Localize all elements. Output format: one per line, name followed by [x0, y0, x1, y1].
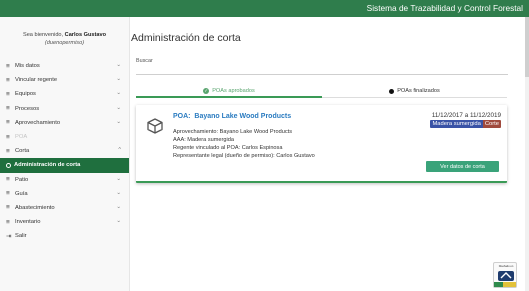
sidebar-item-label: Salir: [15, 233, 27, 240]
sidebar-item-patio[interactable]: ≡ Patio ⌄: [0, 173, 129, 187]
detail-aprovechamiento: Aprovechamiento: Bayano Lake Wood Produc…: [173, 129, 292, 135]
search-label: Buscar: [136, 58, 153, 64]
sidebar-item-label: Aprovechamiento: [15, 119, 61, 126]
check-circle-icon: ✓: [203, 87, 210, 94]
menu-icon: ≡: [6, 190, 10, 198]
detail-aaa: AAA: Madera sumergida: [173, 137, 234, 143]
sidebar-item-label: Patio: [15, 176, 29, 183]
logout-icon: ⇥: [6, 233, 12, 241]
ver-datos-de-corta-button[interactable]: Ver datos de corta: [426, 161, 499, 172]
sidebar-item-label: Inventario: [15, 219, 41, 226]
chevron-down-icon: ⌄: [116, 90, 121, 97]
logo-bar: [494, 282, 516, 287]
logo-icon: [498, 271, 514, 281]
sidebar-item-label: Equipos: [15, 91, 36, 98]
top-bar: Sistema de Trazabilidad y Control Forest…: [0, 0, 529, 17]
circle-filled-icon: [389, 88, 395, 94]
chevron-down-icon: ⌄: [116, 175, 121, 182]
sidebar-item-label: POA: [15, 134, 28, 141]
main-content: Administración de corta Buscar ✓ POAs ap…: [131, 17, 519, 291]
sidebar-item-corta[interactable]: ≡ Corta ^: [0, 144, 129, 158]
box-icon: [147, 118, 163, 134]
user-role: (duenopermiso): [44, 40, 85, 46]
page-title: Administración de corta: [131, 32, 241, 44]
sidebar-item-label: Administración de corta: [14, 162, 81, 169]
sidebar-item-salir[interactable]: ⇥ Salir: [0, 229, 129, 243]
sidebar-item-label: Abastecimiento: [15, 204, 55, 211]
detail-regente: Regente vinculado al POA: Carlos Espinos…: [173, 145, 283, 151]
chevron-down-icon: ⌄: [116, 62, 121, 68]
chevron-up-icon: ^: [118, 147, 121, 154]
sidebar-item-procesos[interactable]: ≡ Procesos ⌄: [0, 102, 129, 116]
search-input[interactable]: [136, 65, 508, 75]
menu-icon: ≡: [6, 119, 10, 127]
app-title: Sistema de Trazabilidad y Control Forest…: [366, 3, 523, 13]
chevron-down-icon: ⌄: [116, 118, 121, 125]
poa-title[interactable]: POA: Bayano Lake Wood Products: [173, 113, 291, 120]
sidebar-item-label: Vincular regente: [15, 77, 58, 84]
sidebar-item-abastecimiento[interactable]: ≡ Abastecimiento ⌄: [0, 201, 129, 215]
sidebar-item-label: Guía: [15, 190, 28, 197]
poa-label: POA:: [173, 113, 191, 120]
menu-icon: ≡: [6, 76, 10, 84]
detail-representante: Representante legal (dueño de permiso): …: [173, 153, 315, 159]
scrollbar[interactable]: [525, 17, 529, 291]
sidebar-item-aprovechamiento[interactable]: ≡ Aprovechamiento ⌄: [0, 116, 129, 130]
partner-logo: Diseñado en: [493, 262, 517, 288]
poa-name: Bayano Lake Wood Products: [194, 113, 292, 120]
tab-poas-finalizados[interactable]: POAs finalizados: [322, 85, 507, 98]
welcome-message: Sea bienvenido, Carlos Gustavo (duenoper…: [0, 17, 129, 47]
sidebar-item-equipos[interactable]: ≡ Equipos ⌄: [0, 87, 129, 101]
menu-icon: ≡: [6, 147, 10, 155]
chevron-down-icon: ⌄: [116, 218, 121, 225]
chevron-down-icon: ⌄: [116, 104, 121, 111]
tab-label: POAs finalizados: [397, 88, 440, 94]
sidebar-item-label: Procesos: [15, 105, 40, 112]
sidebar-item-label: Corta: [15, 148, 30, 155]
sidebar-item-guia[interactable]: ≡ Guía ⌄: [0, 187, 129, 201]
chevron-down-icon: ⌄: [116, 76, 121, 83]
badge-group: Madera sumergida Corte: [430, 120, 501, 128]
logo-caption: Diseñado en: [498, 265, 514, 268]
sidebar-item-label: Mis datos: [15, 63, 40, 70]
scrollbar-thumb[interactable]: [525, 17, 529, 77]
poa-dates: 11/12/2017 a 11/12/2019: [431, 112, 501, 119]
sidebar-item-inventario[interactable]: ≡ Inventario ⌄: [0, 215, 129, 229]
menu-icon: ≡: [6, 204, 10, 212]
tab-label: POAs aprobados: [212, 87, 255, 94]
sidebar-item-administracion-de-corta[interactable]: Administración de corta: [0, 158, 129, 173]
poa-details: Aprovechamiento: Bayano Lake Wood Produc…: [173, 128, 315, 160]
sidebar-item-poa: ≡ POA: [0, 130, 129, 144]
chevron-down-icon: ⌄: [116, 203, 121, 210]
circle-icon: [6, 162, 11, 168]
tab-poas-aprobados[interactable]: ✓ POAs aprobados: [136, 85, 322, 98]
menu-icon: ≡: [6, 105, 10, 113]
chevron-down-icon: ⌄: [116, 189, 121, 196]
menu-icon: ≡: [6, 133, 10, 141]
welcome-prefix: Sea bienvenido,: [22, 32, 65, 38]
sidebar: Sea bienvenido, Carlos Gustavo (duenoper…: [0, 17, 130, 291]
sidebar-item-mis-datos[interactable]: ≡ Mis datos ⌄: [0, 59, 129, 73]
menu-icon: ≡: [6, 176, 10, 184]
menu-icon: ≡: [6, 218, 10, 226]
user-name: Carlos Gustavo: [64, 32, 107, 38]
sidebar-item-vincular-regente[interactable]: ≡ Vincular regente ⌄: [0, 73, 129, 87]
type-badge: Corte: [482, 120, 501, 128]
species-badge: Madera sumergida: [430, 120, 483, 128]
sidebar-menu: ≡ Mis datos ⌄ ≡ Vincular regente ⌄ ≡ Equipos ⌄…: [0, 59, 129, 243]
poa-card: POA: Bayano Lake Wood Products 11/12/201…: [136, 105, 507, 183]
menu-icon: ≡: [6, 62, 10, 70]
menu-icon: ≡: [6, 90, 10, 98]
